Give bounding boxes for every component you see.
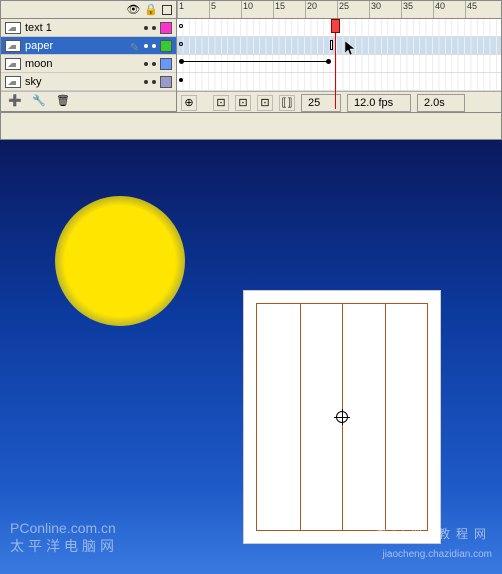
layer-icon xyxy=(5,76,21,88)
ruler-tick[interactable]: 30 xyxy=(369,1,401,18)
elapsed-time-field: 2.0s xyxy=(417,94,465,112)
layer-name-label: sky xyxy=(25,76,140,88)
outline-color-swatch[interactable] xyxy=(160,22,172,34)
layer-icon xyxy=(5,58,21,70)
add-layer-button[interactable]: ➕ xyxy=(7,94,23,108)
stage[interactable]: PConline.com.cn 太平洋电脑网 查字典 教程网 jiaocheng… xyxy=(0,140,502,574)
ruler-tick[interactable]: 5 xyxy=(209,1,241,18)
playhead[interactable] xyxy=(335,19,336,109)
layer-name-label: text 1 xyxy=(25,22,140,34)
delete-layer-button[interactable]: 🗑 xyxy=(55,94,71,108)
watermark-chazidian-url: jiaocheng.chazidian.com xyxy=(382,549,492,560)
visibility-dot[interactable] xyxy=(144,62,148,66)
timeline-footer: ⊕ ⊡ ⊡ ⊡ ⟦⟧ 25 12.0 fps 2.0s xyxy=(177,91,501,113)
lock-dot[interactable] xyxy=(152,62,156,66)
layer-row-paper[interactable]: paper ✎ xyxy=(1,37,176,55)
watermark-chazidian: 查字典 教程网 xyxy=(375,525,492,542)
ruler-tick[interactable]: 10 xyxy=(241,1,273,18)
layer-icon xyxy=(5,40,21,52)
outline-color-swatch[interactable] xyxy=(160,58,172,70)
timeline-tracks[interactable] xyxy=(177,19,501,91)
track-paper[interactable] xyxy=(177,37,501,55)
outline-color-swatch[interactable] xyxy=(160,40,172,52)
onion-skin-button[interactable]: ⊡ xyxy=(213,95,229,111)
layer-name-label: moon xyxy=(25,58,140,70)
lock-dot[interactable] xyxy=(152,80,156,84)
keyframe-paper[interactable] xyxy=(330,40,333,50)
visibility-dot[interactable] xyxy=(144,44,148,48)
modify-onion-markers-button[interactable]: ⟦⟧ xyxy=(279,95,295,111)
edit-multiple-frames-button[interactable]: ⊡ xyxy=(257,95,273,111)
layers-panel: 👁 🔒 text 1 paper ✎ moon sky ➕ 🔧 🗑 xyxy=(0,0,177,112)
ruler-tick[interactable]: 40 xyxy=(433,1,465,18)
layer-row-sky[interactable]: sky xyxy=(1,73,176,91)
paper-symbol[interactable] xyxy=(243,290,441,544)
watermark-pconline-cn: 太平洋电脑网 xyxy=(10,536,118,556)
ruler-tick[interactable]: 25 xyxy=(337,1,369,18)
track-sky[interactable] xyxy=(177,73,501,91)
outline-color-swatch[interactable] xyxy=(160,76,172,88)
lock-dot[interactable] xyxy=(152,44,156,48)
timeline-ruler[interactable]: 151015202530354045 xyxy=(177,1,501,19)
visibility-dot[interactable] xyxy=(144,26,148,30)
layer-row-moon[interactable]: moon xyxy=(1,55,176,73)
track-moon[interactable] xyxy=(177,55,501,73)
ruler-tick[interactable]: 20 xyxy=(305,1,337,18)
fps-field[interactable]: 12.0 fps xyxy=(347,94,411,112)
layer-name-label: paper xyxy=(25,40,126,52)
onion-skin-outline-button[interactable]: ⊡ xyxy=(235,95,251,111)
timeline-panel: 151015202530354045 ⊕ ⊡ ⊡ ⊡ ⟦⟧ 25 12.0 fp… xyxy=(177,0,502,112)
ruler-tick[interactable]: 1 xyxy=(177,1,209,18)
cursor-pointer-icon xyxy=(345,41,357,57)
layers-footer: ➕ 🔧 🗑 xyxy=(1,91,176,109)
outline-icon[interactable] xyxy=(162,5,172,15)
ruler-tick[interactable]: 15 xyxy=(273,1,305,18)
layer-icon xyxy=(5,22,21,34)
layer-row-text-1[interactable]: text 1 xyxy=(1,19,176,37)
center-frame-button[interactable]: ⊕ xyxy=(181,95,197,111)
visibility-dot[interactable] xyxy=(144,80,148,84)
add-folder-button[interactable]: 🔧 xyxy=(31,94,47,108)
moon-symbol[interactable] xyxy=(55,196,185,326)
transform-pivot-icon[interactable] xyxy=(336,411,348,423)
ruler-tick[interactable]: 45 xyxy=(465,1,497,18)
eye-icon[interactable]: 👁 xyxy=(126,3,140,16)
lock-icon[interactable]: 🔒 xyxy=(144,3,158,16)
layers-header: 👁 🔒 xyxy=(1,1,176,19)
watermark-pconline: PConline.com.cn xyxy=(10,520,116,536)
tween-moon[interactable] xyxy=(179,61,331,62)
lock-dot[interactable] xyxy=(152,26,156,30)
pencil-icon: ✎ xyxy=(130,41,140,51)
ruler-tick[interactable]: 35 xyxy=(401,1,433,18)
panel-spacer xyxy=(0,112,502,140)
